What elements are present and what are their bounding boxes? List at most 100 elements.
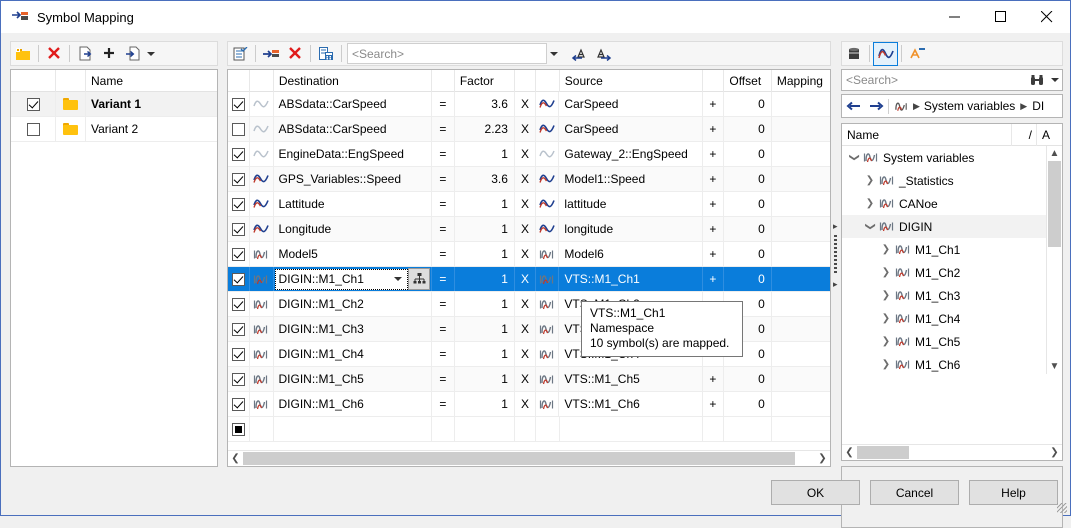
- row-checkbox[interactable]: [232, 347, 246, 361]
- cell-offset[interactable]: 0: [724, 167, 772, 191]
- cell-destination[interactable]: DIGIN::M1_Ch1: [274, 267, 433, 291]
- find-next-icon[interactable]: [591, 42, 615, 65]
- new-mapping-row[interactable]: [228, 417, 830, 442]
- cell-mapping[interactable]: [772, 142, 830, 166]
- table-row[interactable]: DIGIN::M1_Ch6 = 1 X VTS::M1_Ch6 +0: [228, 392, 830, 417]
- panel-splitter[interactable]: ▸ ▸: [831, 69, 840, 467]
- cell-mapping[interactable]: [772, 392, 830, 416]
- symbol-search-dropdown-icon[interactable]: [1048, 78, 1062, 82]
- cell-destination[interactable]: GPS_Variables::Speed: [274, 167, 433, 191]
- cell-destination[interactable]: Longitude: [274, 217, 433, 241]
- cell-factor[interactable]: 1: [455, 142, 515, 166]
- cell-source[interactable]: Model1::Speed: [559, 167, 703, 191]
- cell-factor[interactable]: 2.23: [455, 117, 515, 141]
- tree-node[interactable]: ❯ System variables: [842, 146, 1047, 169]
- cell-mapping[interactable]: [772, 342, 830, 366]
- cell-destination[interactable]: DIGIN::M1_Ch6: [274, 392, 433, 416]
- delete-mapping-icon[interactable]: [283, 42, 307, 65]
- row-checkbox[interactable]: [232, 147, 246, 161]
- ok-button[interactable]: OK: [771, 480, 860, 505]
- tree-hscroll-thumb[interactable]: [857, 446, 909, 459]
- chevron-right-icon[interactable]: ❯: [878, 267, 894, 278]
- cell-offset[interactable]: 0: [724, 367, 772, 391]
- calculate-icon[interactable]: [314, 42, 338, 65]
- cell-factor[interactable]: 1: [455, 292, 515, 316]
- chevron-right-icon[interactable]: ❯: [878, 290, 894, 301]
- vscroll-down-arrow[interactable]: ▼: [1047, 359, 1062, 374]
- chevron-right-icon[interactable]: ❯: [862, 175, 878, 186]
- cell-factor[interactable]: 1: [455, 317, 515, 341]
- variant-row[interactable]: Variant 1: [11, 92, 217, 117]
- chevron-right-icon[interactable]: ❯: [878, 313, 894, 324]
- cell-destination[interactable]: EngineData::EngSpeed: [274, 142, 433, 166]
- tree-node[interactable]: ❯ M1_Ch6: [842, 353, 1047, 374]
- cell-factor[interactable]: 3.6: [455, 92, 515, 116]
- functions-icon[interactable]: [905, 42, 929, 65]
- variant-row[interactable]: Variant 2: [11, 117, 217, 142]
- row-checkbox[interactable]: [26, 122, 40, 136]
- chevron-down-icon[interactable]: ❯: [865, 219, 876, 235]
- close-button[interactable]: [1024, 1, 1070, 33]
- chevron-right-icon[interactable]: ❯: [878, 359, 894, 370]
- cell-factor[interactable]: 1: [455, 267, 515, 291]
- cell-destination[interactable]: ABSdata::CarSpeed: [274, 117, 433, 141]
- tree-node[interactable]: ❯ M1_Ch2: [842, 261, 1047, 284]
- chevron-down-icon[interactable]: ❯: [849, 150, 860, 166]
- chevron-right-icon[interactable]: ❯: [862, 198, 878, 209]
- tree-node[interactable]: ❯ M1_Ch1: [842, 238, 1047, 261]
- cell-factor[interactable]: 1: [455, 367, 515, 391]
- cell-factor[interactable]: 1: [455, 192, 515, 216]
- tree-node[interactable]: ❯ M1_Ch5: [842, 330, 1047, 353]
- breadcrumb-item-1[interactable]: DI: [1032, 99, 1044, 113]
- table-row[interactable]: GPS_Variables::Speed = 3.6 X Model1::Speed +0: [228, 167, 830, 192]
- cell-mapping[interactable]: [772, 92, 830, 116]
- table-row[interactable]: ABSdata::CarSpeed = 3.6 X CarSpeed +0: [228, 92, 830, 117]
- tree-node[interactable]: ❯ M1_Ch3: [842, 284, 1047, 307]
- mapping-search-input[interactable]: <Search>: [347, 43, 547, 64]
- new-variant-folder-icon[interactable]: [11, 42, 35, 65]
- edit-mapping-icon[interactable]: [228, 42, 252, 65]
- cell-source[interactable]: Gateway_2::EngSpeed: [559, 142, 703, 166]
- export-variant-icon[interactable]: [73, 42, 97, 65]
- chevron-right-icon[interactable]: ❯: [878, 244, 894, 255]
- back-arrow-icon[interactable]: [842, 101, 864, 111]
- table-row[interactable]: DIGIN::M1_Ch1 = 1 X VTS::M1_Ch1 +0: [228, 267, 830, 292]
- cell-destination[interactable]: DIGIN::M1_Ch3: [274, 317, 433, 341]
- tree-hscrollbar[interactable]: ❮ ❯: [842, 444, 1062, 460]
- cell-destination[interactable]: ABSdata::CarSpeed: [274, 92, 433, 116]
- destination-combobox[interactable]: DIGIN::M1_Ch1: [274, 268, 409, 290]
- cancel-button[interactable]: Cancel: [870, 480, 959, 505]
- cell-offset[interactable]: 0: [724, 392, 772, 416]
- mapping-search-dropdown-icon[interactable]: [547, 42, 561, 65]
- row-checkbox[interactable]: [232, 272, 246, 286]
- cell-destination[interactable]: Lattitude: [274, 192, 433, 216]
- tree-node[interactable]: ❯ M1_Ch4: [842, 307, 1047, 330]
- forward-arrow-icon[interactable]: [864, 101, 888, 111]
- row-checkbox[interactable]: [232, 322, 246, 336]
- tree-hscroll-right-arrow[interactable]: ❯: [1047, 445, 1062, 460]
- row-checkbox[interactable]: [232, 222, 246, 236]
- hscroll-right-arrow[interactable]: ❯: [815, 451, 830, 466]
- row-checkbox[interactable]: [232, 197, 246, 211]
- cell-destination[interactable]: DIGIN::M1_Ch5: [274, 367, 433, 391]
- cell-offset[interactable]: 0: [724, 117, 772, 141]
- table-row[interactable]: EngineData::EngSpeed = 1 X Gateway_2::EngSpe…: [228, 142, 830, 167]
- tree-hscroll-left-arrow[interactable]: ❮: [842, 445, 857, 460]
- breadcrumb-root-icon[interactable]: [889, 100, 913, 113]
- row-checkbox[interactable]: [232, 172, 246, 186]
- chevron-down-icon[interactable]: [394, 277, 403, 281]
- add-variant-icon[interactable]: [97, 42, 121, 65]
- binoculars-icon[interactable]: [1026, 74, 1048, 86]
- table-row[interactable]: ABSdata::CarSpeed = 2.23 X CarSpeed +0: [228, 117, 830, 142]
- cell-mapping[interactable]: [772, 292, 830, 316]
- cell-offset[interactable]: 0: [724, 192, 772, 216]
- mapping-hscrollbar[interactable]: ❮ ❯: [228, 450, 830, 466]
- browse-symbol-button[interactable]: [408, 268, 431, 290]
- cell-source[interactable]: VTS::M1_Ch5: [559, 367, 703, 391]
- cell-source[interactable]: CarSpeed: [559, 92, 703, 116]
- cell-factor[interactable]: 1: [455, 217, 515, 241]
- cell-source[interactable]: Model6: [559, 242, 703, 266]
- cell-mapping[interactable]: [772, 367, 830, 391]
- cell-mapping[interactable]: [772, 117, 830, 141]
- table-row[interactable]: Lattitude = 1 Xlattitude +0: [228, 192, 830, 217]
